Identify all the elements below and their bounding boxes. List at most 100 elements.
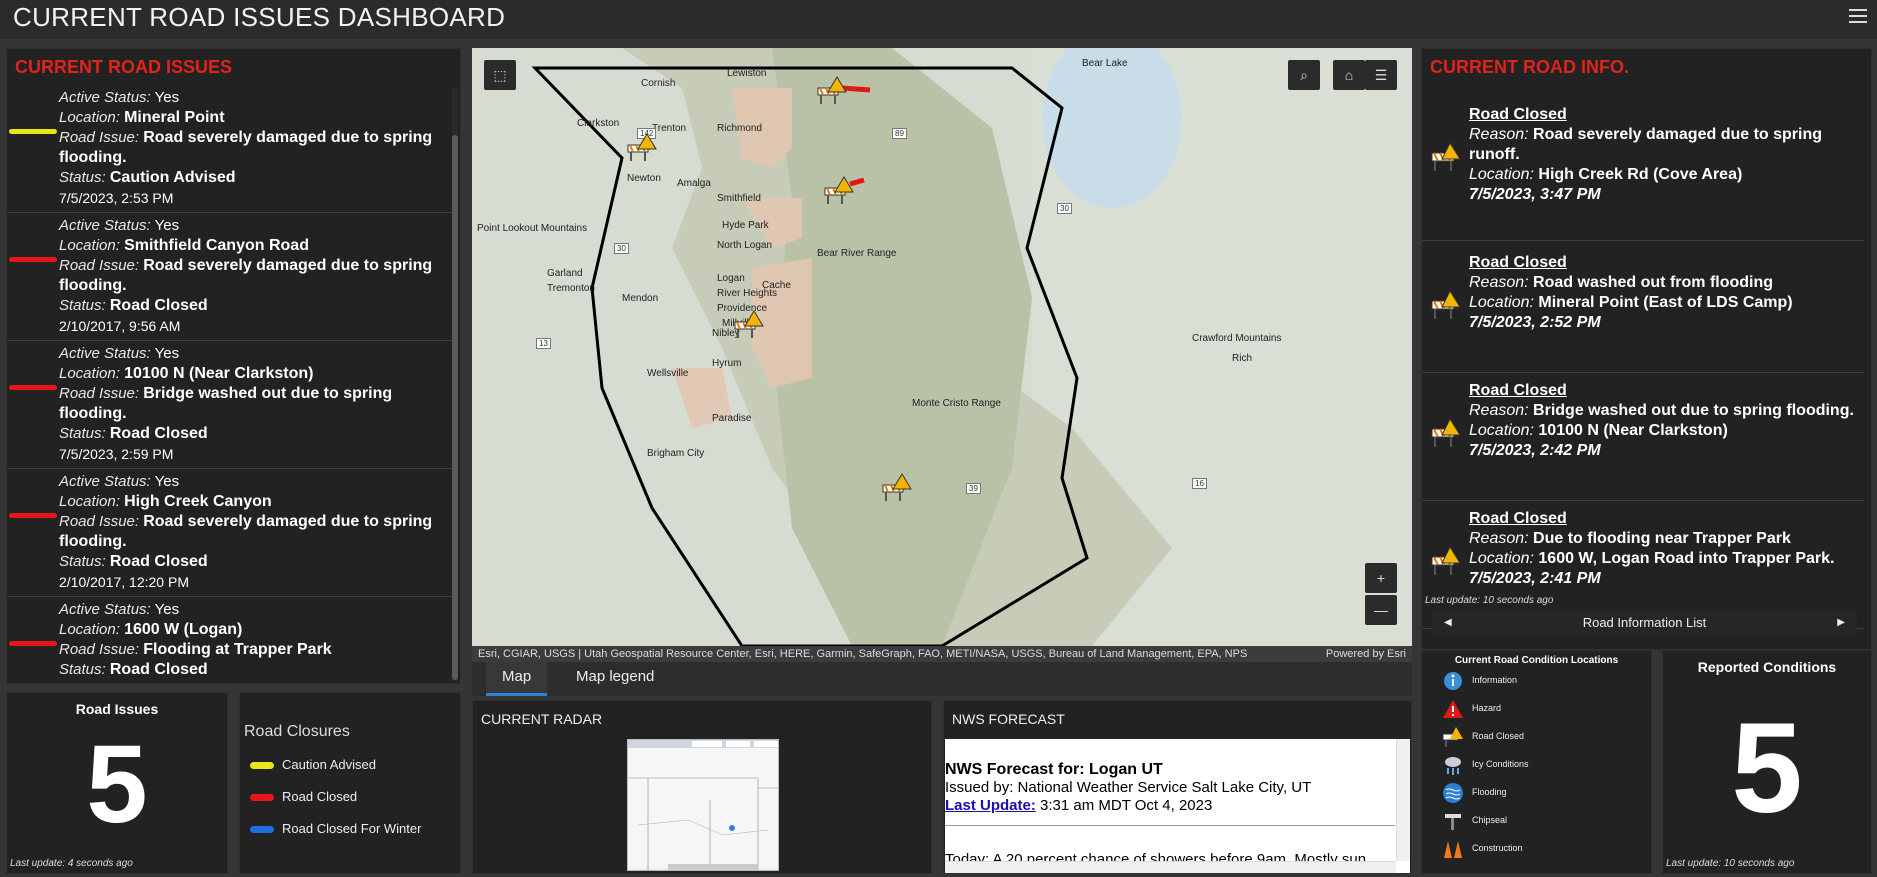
legend-label: Hazard [1472, 703, 1502, 713]
issue-list-scrollbar[interactable] [452, 87, 458, 681]
road-closed-marker-icon[interactable] [817, 76, 847, 111]
legend-item: Hazard [1443, 697, 1502, 719]
zoom-in-button[interactable]: + [1365, 563, 1397, 593]
road-info-date: 7/5/2023, 2:42 PM [1469, 442, 1601, 459]
forecast-issuer: Issued by: National Weather Service Salt… [945, 779, 1312, 796]
road-info-location: Location: High Creek Rd (Cove Area) [1469, 166, 1743, 183]
radar-widget: CURRENT RADAR [472, 700, 932, 874]
forecast-last-update: Last Update: 3:31 am MDT Oct 4, 2023 [945, 797, 1213, 814]
road-info-item[interactable]: Road Closed Reason: Road severely damaged… [1422, 105, 1864, 241]
app-header: CURRENT ROAD ISSUES DASHBOARD [0, 0, 1877, 38]
map-place-label: Crawford Mountains [1192, 333, 1282, 344]
issue-list-item[interactable]: Active Status: Yes Location: High Creek C… [7, 469, 453, 597]
map-place-label: Paradise [712, 413, 752, 424]
map-place-label: Newton [627, 173, 661, 184]
issue-list: Active Status: Yes Location: Mineral Poin… [7, 85, 453, 683]
issue-location: Location: 10100 N (Near Clarkston) [59, 365, 314, 382]
issue-status: Status: Caution Advised [59, 169, 236, 186]
map-place-label: Brigham City [647, 448, 705, 459]
road-closed-marker-icon[interactable] [882, 473, 912, 508]
next-page-icon[interactable]: ▶ [1837, 610, 1845, 636]
road-info-pager: ◀ Road Information List ▶ [1432, 610, 1857, 636]
map-route-label: 89 [892, 128, 907, 139]
issue-date: 2/10/2017, 9:56 AM [59, 318, 181, 334]
map-attribution: Esri, CGIAR, USGS | Utah Geospatial Reso… [472, 646, 1412, 662]
issue-list-item[interactable]: Active Status: Yes Location: 10100 N (Nea… [7, 341, 453, 469]
road-info-item[interactable]: Road Closed Reason: Bridge washed out due… [1422, 381, 1864, 501]
map-place-label: North Logan [717, 240, 773, 251]
issue-description: Road Issue: Road severely damaged due to… [59, 513, 433, 550]
previous-page-icon[interactable]: ◀ [1444, 610, 1452, 636]
road-info-location: Location: 1600 W, Logan Road into Trappe… [1469, 550, 1835, 567]
map-place-label: Clarkston [577, 118, 620, 129]
legend-label: Flooding [1472, 787, 1507, 797]
issue-status-line [9, 129, 57, 134]
road-info-heading[interactable]: Road Closed [1469, 509, 1859, 529]
issue-location: Location: 1600 W (Logan) [59, 621, 243, 638]
road-info-panel: CURRENT ROAD INFO. Road Closed Reason: Ro… [1421, 48, 1872, 650]
road-info-heading[interactable]: Road Closed [1469, 105, 1859, 125]
layer-list-button[interactable]: ☰ [1365, 60, 1397, 90]
nws-forecast-frame[interactable]: NWS Forecast for: Logan UT Issued by: Na… [945, 739, 1410, 873]
legend-label: Road Closed [1472, 731, 1525, 741]
search-button[interactable]: ⌕ [1288, 60, 1320, 90]
issue-status-line [9, 641, 57, 646]
tab-map-legend[interactable]: Map legend [560, 662, 670, 696]
road-info-heading[interactable]: Road Closed [1469, 381, 1859, 401]
closure-swatch [250, 826, 274, 833]
issue-active-status: Active Status: Yes [59, 89, 180, 106]
issue-list-item[interactable]: Active Status: Yes Location: Mineral Poin… [7, 85, 453, 213]
map-place-label: Bear River Range [817, 248, 897, 259]
nws-title: NWS FORECAST [952, 711, 1065, 727]
closure-label: Road Closed For Winter [282, 821, 422, 836]
map-place-label: Cache [762, 280, 791, 291]
issue-list-item[interactable]: Active Status: Yes Location: 1600 W (Loga… [7, 597, 453, 683]
forecast-vertical-scrollbar[interactable] [1396, 739, 1410, 861]
issue-date: 2/10/2017, 12:20 PM [59, 574, 189, 590]
menu-icon[interactable] [1849, 9, 1867, 25]
issue-date: 7/5/2023, 2:59 PM [59, 446, 174, 462]
road-closed-marker-icon[interactable] [734, 310, 764, 345]
closure-key-item: Caution Advised [250, 755, 376, 775]
tab-map[interactable]: Map [486, 662, 548, 696]
map-place-label: Cornish [641, 78, 676, 89]
issue-status: Status: Road Closed [59, 553, 208, 570]
zoom-out-button[interactable]: — [1365, 595, 1397, 625]
nws-forecast-widget: NWS FORECAST NWS Forecast for: Logan UT … [943, 700, 1412, 874]
issue-status-line [9, 513, 57, 518]
attribution-text: Esri, CGIAR, USGS | Utah Geospatial Reso… [478, 648, 1248, 660]
last-update-link[interactable]: Last Update: [945, 797, 1036, 814]
map-place-label: Mendon [622, 293, 659, 304]
map-place-label: Logan [717, 273, 745, 284]
map-route-label: 30 [614, 243, 629, 254]
legend-item: Icy Conditions [1445, 753, 1529, 775]
road-closed-marker-icon[interactable] [824, 176, 854, 211]
issue-list-item[interactable]: Active Status: Yes Location: Smithfield C… [7, 213, 453, 341]
road-closed-marker-icon[interactable] [627, 133, 657, 168]
road-info-item[interactable]: Road Closed Reason: Road washed out from … [1422, 253, 1864, 373]
forecast-location: NWS Forecast for: Logan UT [945, 761, 1163, 778]
legend-title: Current Road Condition Locations [1454, 655, 1619, 666]
issue-status: Status: Road Closed [59, 425, 208, 442]
chipseal-icon [1442, 810, 1464, 832]
reported-conditions-widget: Reported Conditions 5 Last update: 10 se… [1662, 650, 1872, 874]
powered-by-esri[interactable]: Powered by Esri [1326, 646, 1406, 662]
closure-swatch [250, 762, 274, 769]
road-info-heading[interactable]: Road Closed [1469, 253, 1859, 273]
closure-key-item: Road Closed [250, 787, 357, 807]
issue-description: Road Issue: Flooding at Trapper Park [59, 641, 332, 658]
legend-item: Flooding [1443, 781, 1507, 803]
legend-label: Information [1472, 675, 1518, 685]
issue-description: Road Issue: Bridge washed out due to spr… [59, 385, 393, 422]
radar-image[interactable] [627, 739, 779, 871]
map-view[interactable]: ⬚ ⌕ ⌂ ☰ + — Esri, CGIAR, USGS | Utah Geo… [472, 48, 1412, 662]
map-place-label: Tremonton [547, 283, 595, 294]
map-route-label: 39 [966, 483, 981, 494]
home-button[interactable]: ⌂ [1333, 60, 1365, 90]
road-issues-count-widget: Road Issues 5 Last update: 4 seconds ago [6, 692, 228, 874]
select-tool-button[interactable]: ⬚ [484, 60, 516, 90]
road-closed-icon [1430, 545, 1462, 577]
forecast-horizontal-scrollbar[interactable] [945, 861, 1396, 873]
map-place-label: Amalga [677, 178, 711, 189]
map-basemap[interactable] [472, 48, 1412, 646]
